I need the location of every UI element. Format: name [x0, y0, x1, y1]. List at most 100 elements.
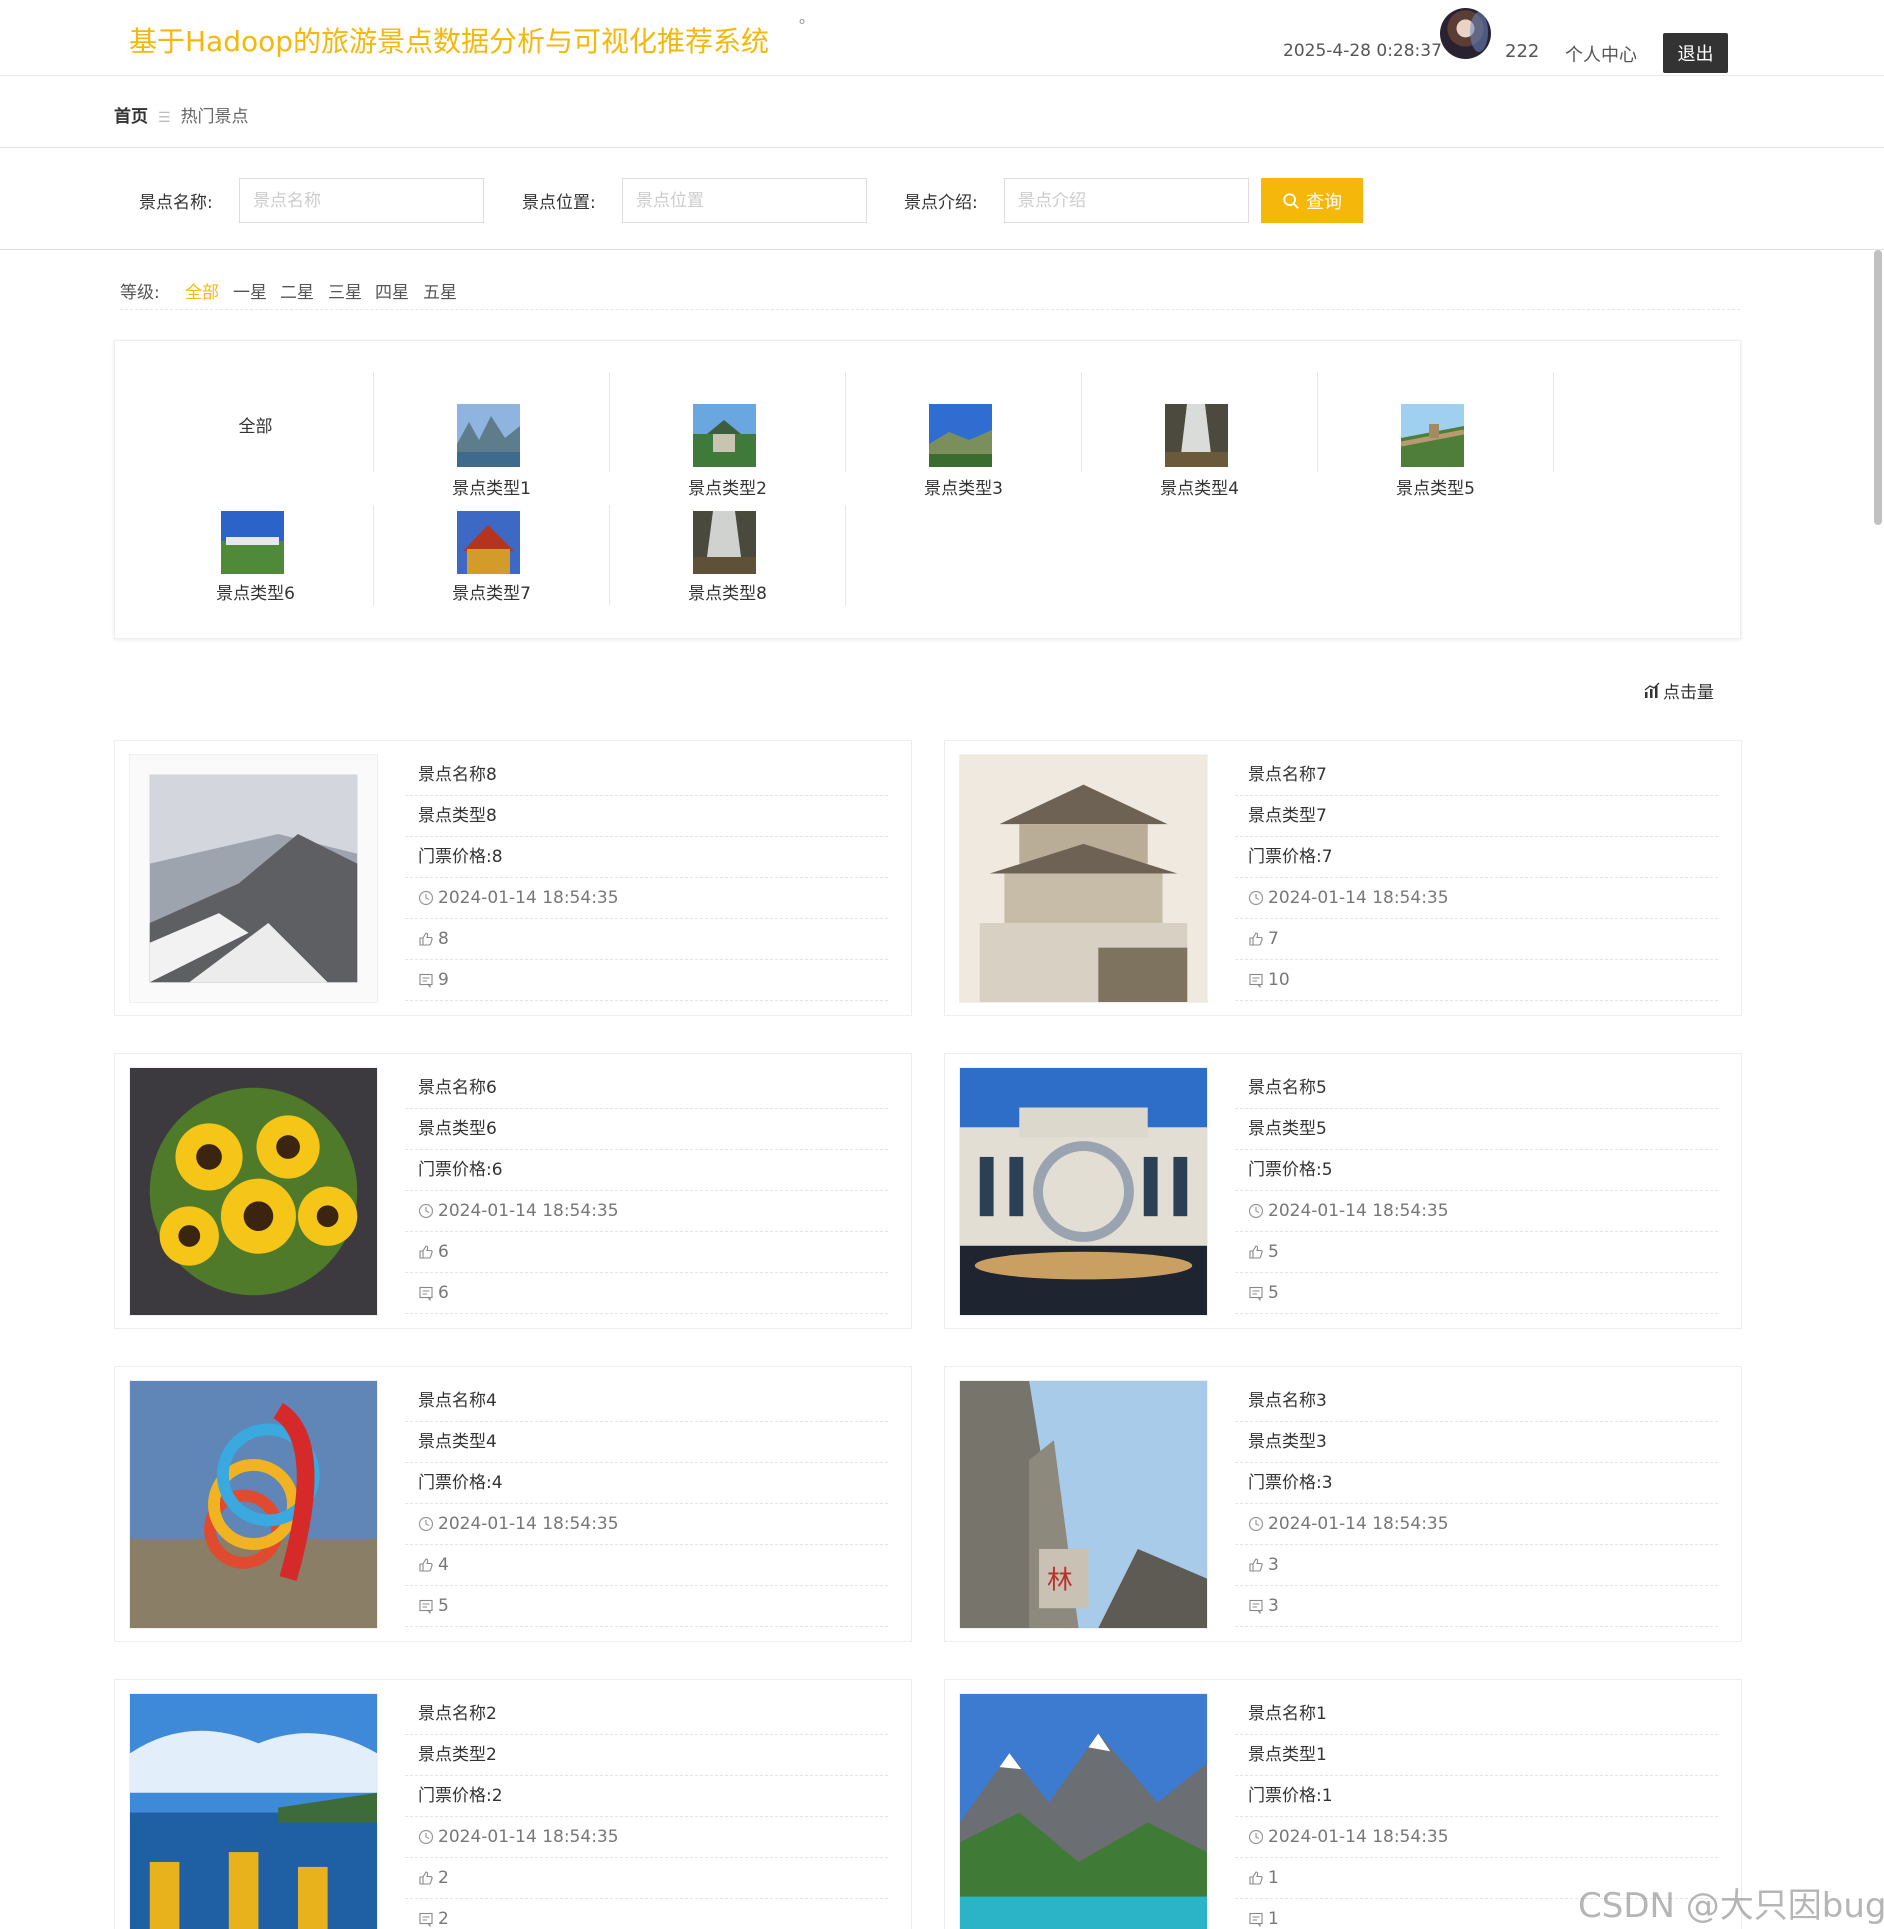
- spot-time-text: 2024-01-14 18:54:35: [1268, 1200, 1449, 1221]
- clock-icon: [1248, 1203, 1264, 1219]
- spot-card[interactable]: 林 景点名称3 景点类型3 门票价格:3 2024-01-14 18:54:35 3 3: [944, 1366, 1742, 1642]
- spot-name[interactable]: 景点名称8: [405, 755, 888, 796]
- spot-type-text: 景点类型4: [418, 1431, 497, 1452]
- spot-time-text: 2024-01-14 18:54:35: [438, 887, 619, 908]
- category-item-3[interactable]: 景点类型3: [846, 372, 1082, 499]
- comment-icon: [1249, 1912, 1263, 1927]
- spot-info: 景点名称6 景点类型6 门票价格:6 2024-01-14 18:54:35 6 6: [405, 1068, 888, 1314]
- spot-likes-count: 3: [1268, 1554, 1279, 1575]
- spot-image[interactable]: [959, 1693, 1208, 1929]
- spot-comments: 2: [405, 1899, 888, 1929]
- spot-time-text: 2024-01-14 18:54:35: [1268, 1513, 1449, 1534]
- spot-name[interactable]: 景点名称4: [405, 1381, 888, 1422]
- level-five-star[interactable]: 五星: [423, 278, 457, 303]
- spot-name[interactable]: 景点名称2: [405, 1694, 888, 1735]
- spot-type: 景点类型3: [1235, 1422, 1718, 1463]
- logout-button[interactable]: 退出: [1663, 33, 1728, 73]
- spot-name[interactable]: 景点名称1: [1235, 1694, 1718, 1735]
- spot-time: 2024-01-14 18:54:35: [1235, 1504, 1718, 1545]
- query-button[interactable]: 查询: [1261, 178, 1363, 223]
- category-8-label: 景点类型8: [688, 584, 767, 604]
- level-label: 等级:: [120, 283, 160, 303]
- sort-by-clicks[interactable]: 点击量: [1643, 678, 1714, 703]
- svg-text:林: 林: [1047, 1565, 1073, 1595]
- spot-image[interactable]: [129, 1067, 378, 1316]
- username[interactable]: 222: [1505, 41, 1539, 62]
- spot-price-text: 门票价格:1: [1248, 1785, 1333, 1806]
- level-three-star[interactable]: 三星: [328, 278, 362, 303]
- spot-price: 门票价格:6: [405, 1150, 888, 1191]
- level-four-star[interactable]: 四星: [375, 278, 409, 303]
- spot-name[interactable]: 景点名称6: [405, 1068, 888, 1109]
- spot-name[interactable]: 景点名称5: [1235, 1068, 1718, 1109]
- level-filter: 等级: 全部 一星 二星 三星 四星 五星: [120, 278, 1740, 310]
- spot-price: 门票价格:7: [1235, 837, 1718, 878]
- location-search-input[interactable]: [622, 178, 867, 223]
- category-4-label: 景点类型4: [1160, 479, 1239, 499]
- thumbs-up-icon: [1249, 1245, 1263, 1259]
- spot-comments: 5: [1235, 1273, 1718, 1314]
- user-avatar[interactable]: [1440, 8, 1491, 59]
- comment-icon: [1249, 973, 1263, 988]
- spot-likes: 6: [405, 1232, 888, 1273]
- category-item-4[interactable]: 景点类型4: [1082, 372, 1318, 499]
- spot-likes-count: 8: [438, 928, 449, 949]
- spot-card[interactable]: 景点名称5 景点类型5 门票价格:5 2024-01-14 18:54:35 5 5: [944, 1053, 1742, 1329]
- thumbs-up-icon: [419, 1558, 433, 1572]
- spot-time-text: 2024-01-14 18:54:35: [438, 1826, 619, 1847]
- category-panel: 全部 景点类型1 景点类型2 景点类型3 景点类型4 景点类型5 景点类型6 景…: [114, 340, 1741, 639]
- intro-search-input[interactable]: [1004, 178, 1249, 223]
- spot-type: 景点类型1: [1235, 1735, 1718, 1776]
- breadcrumb-separator-icon: ☰: [158, 110, 171, 126]
- category-1-label: 景点类型1: [452, 479, 531, 499]
- spot-name-text: 景点名称3: [1248, 1390, 1327, 1411]
- site-title[interactable]: 基于Hadoop的旅游景点数据分析与可视化推荐系统: [129, 20, 769, 60]
- spot-card[interactable]: 景点名称2 景点类型2 门票价格:2 2024-01-14 18:54:35 2 2: [114, 1679, 912, 1929]
- category-item-5[interactable]: 景点类型5: [1318, 372, 1554, 499]
- category-item-2[interactable]: 景点类型2: [610, 372, 846, 499]
- level-two-star[interactable]: 二星: [280, 278, 314, 303]
- category-1-image: [457, 404, 520, 467]
- breadcrumb-home[interactable]: 首页: [114, 107, 148, 127]
- category-item-8[interactable]: 景点类型8: [610, 505, 846, 605]
- spot-comments: 9: [405, 960, 888, 1001]
- name-label: 景点名称:: [139, 193, 213, 213]
- spot-image[interactable]: [959, 1067, 1208, 1316]
- category-item-6[interactable]: 景点类型6: [138, 505, 374, 605]
- spot-likes: 2: [405, 1858, 888, 1899]
- spot-card[interactable]: 景点名称8 景点类型8 门票价格:8 2024-01-14 18:54:35 8 9: [114, 740, 912, 1016]
- page: 基于Hadoop的旅游景点数据分析与可视化推荐系统 ° 2025-4-28 0:…: [0, 0, 1884, 1929]
- spot-price: 门票价格:3: [1235, 1463, 1718, 1504]
- comment-icon: [419, 973, 433, 988]
- spot-name-text: 景点名称7: [1248, 764, 1327, 785]
- level-one-star[interactable]: 一星: [233, 278, 267, 303]
- spot-card[interactable]: 景点名称6 景点类型6 门票价格:6 2024-01-14 18:54:35 6 6: [114, 1053, 912, 1329]
- spot-image[interactable]: [129, 754, 378, 1003]
- scrollbar[interactable]: [1874, 250, 1882, 525]
- category-item-1[interactable]: 景点类型1: [374, 372, 610, 499]
- category-all[interactable]: 全部: [138, 372, 374, 472]
- user-center-link[interactable]: 个人中心: [1565, 41, 1637, 67]
- category-item-7[interactable]: 景点类型7: [374, 505, 610, 605]
- spot-image[interactable]: [129, 1693, 378, 1929]
- spot-name-text: 景点名称8: [418, 764, 497, 785]
- thumbs-up-icon: [419, 932, 433, 946]
- spot-image[interactable]: 林: [959, 1380, 1208, 1629]
- name-search-input[interactable]: [239, 178, 484, 223]
- spot-name[interactable]: 景点名称3: [1235, 1381, 1718, 1422]
- spot-card[interactable]: 景点名称7 景点类型7 门票价格:7 2024-01-14 18:54:35 7 10: [944, 740, 1742, 1016]
- spot-image[interactable]: [959, 754, 1208, 1003]
- spot-type-text: 景点类型6: [418, 1118, 497, 1139]
- spot-type: 景点类型6: [405, 1109, 888, 1150]
- spot-time: 2024-01-14 18:54:35: [405, 1191, 888, 1232]
- spot-card[interactable]: 景点名称4 景点类型4 门票价格:4 2024-01-14 18:54:35 4 5: [114, 1366, 912, 1642]
- spot-price-text: 门票价格:3: [1248, 1472, 1333, 1493]
- spot-name[interactable]: 景点名称7: [1235, 755, 1718, 796]
- spot-price: 门票价格:2: [405, 1776, 888, 1817]
- spot-comments-count: 5: [1268, 1282, 1279, 1303]
- category-8-image: [693, 511, 756, 574]
- spot-comments-count: 2: [438, 1908, 449, 1929]
- clock-icon: [418, 890, 434, 906]
- spot-image[interactable]: [129, 1380, 378, 1629]
- level-all[interactable]: 全部: [185, 278, 219, 303]
